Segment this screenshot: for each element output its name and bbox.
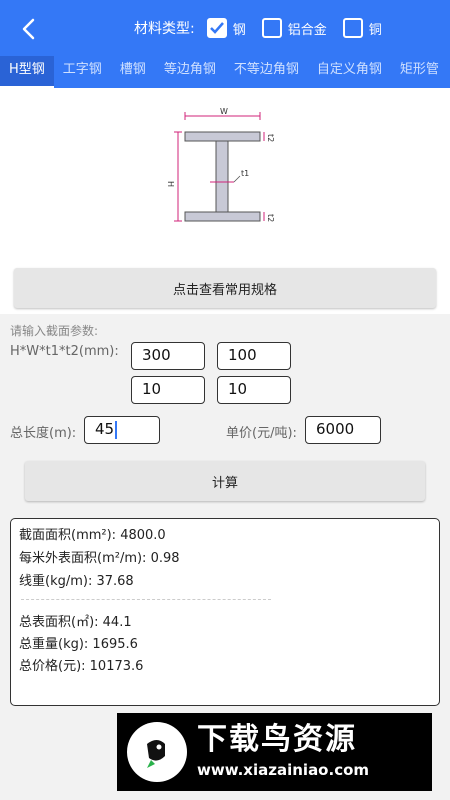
unit-price-input[interactable]: 6000 [305, 416, 381, 444]
t2-input[interactable]: 10 [217, 376, 291, 404]
result-total-weight: 总重量(kg): 1695.6 [19, 637, 138, 652]
checkbox-steel-label: 钢 [232, 22, 246, 38]
checkbox-aluminum[interactable] [261, 18, 282, 38]
bird-logo-icon [127, 722, 187, 782]
text-cursor [115, 420, 117, 439]
watermark-text: 下载鸟资源 www.xiazainiao.com [197, 723, 369, 781]
w-input[interactable]: 100 [217, 342, 291, 370]
tab-h-beam[interactable]: H型钢 [0, 56, 54, 88]
result-total-surface: 总表面积(㎡): 44.1 [19, 615, 132, 630]
checkbox-aluminum-label: 铝合金 [287, 22, 327, 38]
unit-price-label: 单价(元/吨): [226, 426, 297, 441]
length-input[interactable]: 45 [84, 416, 160, 444]
dimension-label: H*W*t1*t2(mm): [10, 344, 119, 359]
checkbox-steel[interactable] [206, 18, 227, 38]
chevron-left-icon [22, 18, 35, 40]
h-input[interactable]: 300 [131, 342, 205, 370]
tab-i-beam[interactable]: 工字钢 [54, 56, 111, 88]
result-total-price: 总价格(元): 10173.6 [19, 659, 144, 674]
app-header: 材料类型: 钢 铝合金 铜 H型钢 工字钢 槽钢 等边角钢 不等边角钢 自定义角… [0, 0, 450, 88]
dim-t2-top-label: t2 [266, 134, 275, 142]
watermark-url: www.xiazainiao.com [197, 761, 370, 779]
length-value: 45 [95, 420, 115, 438]
tab-rect-tube[interactable]: 矩形管 [391, 56, 448, 88]
h-beam-diagram: W H t1 t2 t2 [166, 107, 275, 222]
dim-t2-bottom-label: t2 [266, 214, 275, 222]
dim-t1-label: t1 [241, 169, 249, 178]
material-type-row: 材料类型: 钢 铝合金 铜 [134, 16, 392, 40]
back-button[interactable] [14, 14, 44, 44]
dim-w-label: W [220, 107, 228, 116]
calculate-button[interactable]: 计算 [25, 461, 425, 501]
checkbox-copper-label: 铜 [368, 22, 382, 38]
watermark-title: 下载鸟资源 [197, 722, 357, 757]
material-type-label: 材料类型: [134, 21, 195, 37]
checkmark-icon [209, 22, 224, 34]
result-divider [21, 599, 271, 600]
tab-channel[interactable]: 槽钢 [111, 56, 155, 88]
result-area: 截面面积(mm²): 4800.0 [19, 528, 166, 543]
watermark-banner: 下载鸟资源 www.xiazainiao.com [117, 713, 432, 791]
tab-custom-angle[interactable]: 自定义角钢 [308, 56, 391, 88]
checkbox-copper[interactable] [342, 18, 363, 38]
result-surface-per-m: 每米外表面积(m²/m): 0.98 [19, 551, 180, 566]
tab-unequal-angle[interactable]: 不等边角钢 [225, 56, 308, 88]
length-label: 总长度(m): [10, 426, 77, 441]
dim-h-label: H [166, 181, 175, 187]
common-specs-button[interactable]: 点击查看常用规格 [14, 268, 436, 308]
result-weight-per-m: 线重(kg/m): 37.68 [19, 574, 134, 589]
profile-tabs: H型钢 工字钢 槽钢 等边角钢 不等边角钢 自定义角钢 矩形管 [0, 56, 450, 88]
t1-input[interactable]: 10 [131, 376, 205, 404]
result-box: 截面面积(mm²): 4800.0 每米外表面积(m²/m): 0.98 线重(… [10, 518, 440, 706]
input-hint: 请输入截面参数: [10, 324, 99, 338]
tab-equal-angle[interactable]: 等边角钢 [155, 56, 225, 88]
